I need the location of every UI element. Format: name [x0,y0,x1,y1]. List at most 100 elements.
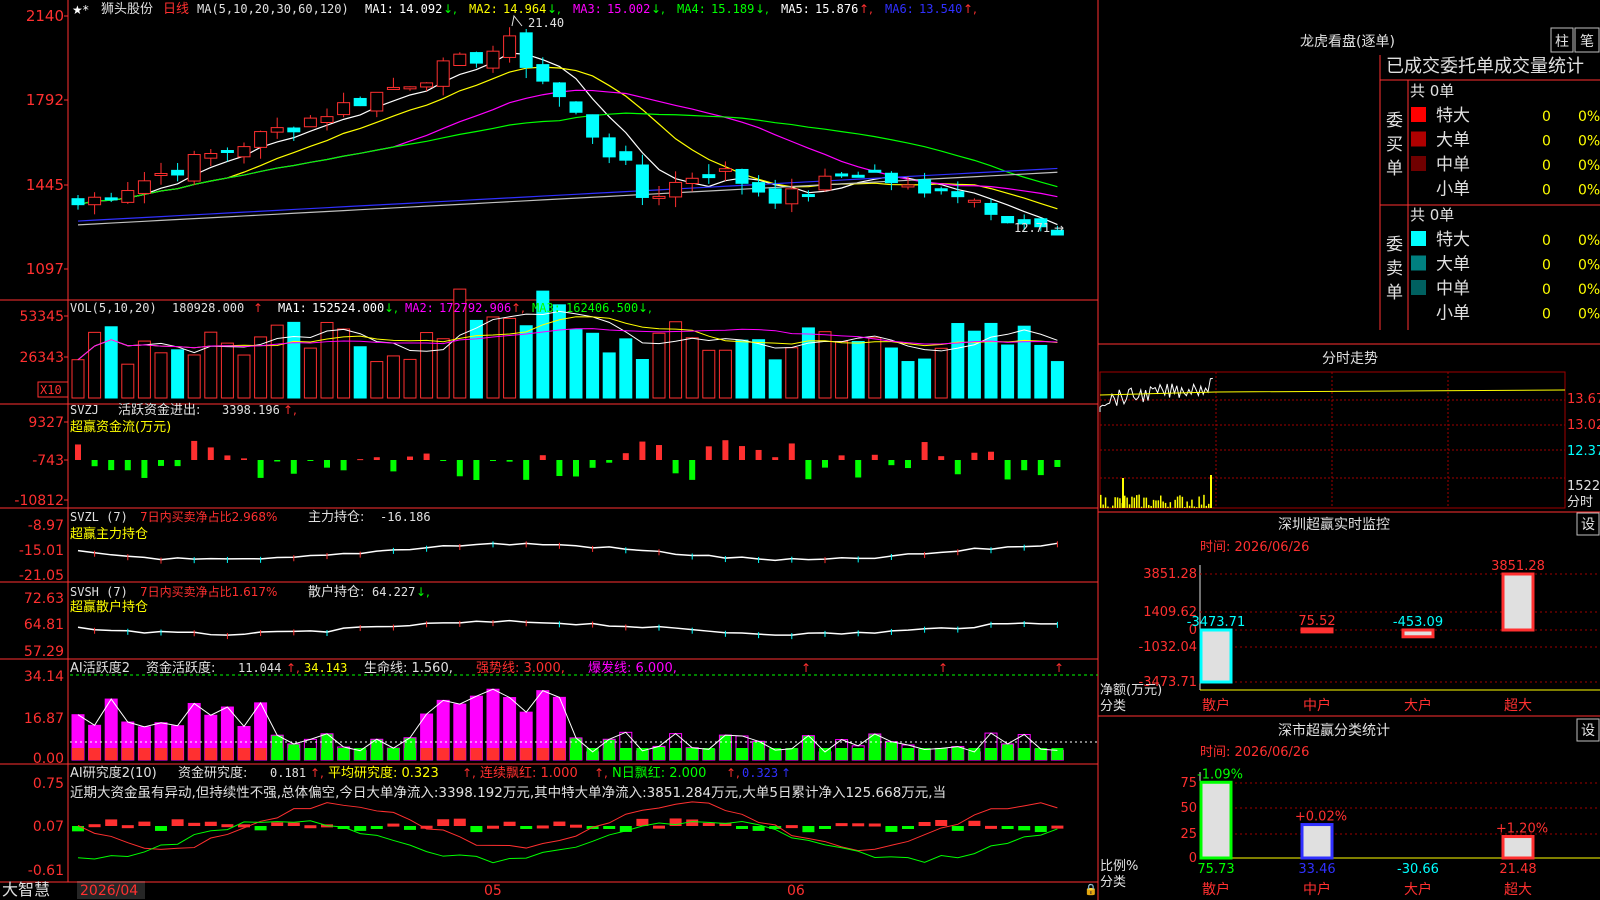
high-mark: 21.40 [528,16,564,30]
class-xlabel: 分类 [1100,875,1126,890]
activity-base [951,748,964,760]
candle [220,149,234,153]
activity-base [586,748,599,760]
candle [403,86,417,90]
ma-lines [77,52,1058,226]
svsh-label: 散户持仓: [308,584,364,600]
activity-base [171,748,184,760]
svzj-name: SVZJ [70,403,99,417]
flow-bar [290,460,297,474]
class-settings-label[interactable]: 设 [1581,723,1595,739]
intraday-unit: 分时 [1567,495,1593,510]
class-bar-pct: +0.02% [1295,810,1347,825]
signal-arrow-icon: ↑ [938,661,948,675]
ma-legend-value: 15.876 [815,2,858,16]
volume-bar [420,332,434,399]
volume-bar [984,322,998,399]
intraday-vol-bar [1100,494,1102,508]
monitor-bar [1401,628,1435,639]
svzl-name: SVZL (7) [70,510,128,524]
candle [320,116,334,124]
y-tick-label: -0.61 [28,863,64,879]
ai-activity-panel[interactable]: AI活跃度2 资金活跃度: 11.044 ↑, 34.143 生命线: 1.56… [24,660,1098,767]
volume-bar [287,321,301,399]
flow-bar [788,443,795,460]
intraday-vol-bar [1157,500,1160,508]
class-tick: 0 [1189,851,1197,866]
intraday-vol-bar [1155,500,1157,508]
intraday-vol-bar [1191,499,1193,508]
candle [569,101,583,113]
volume-bar [503,317,517,399]
volume-bar [486,316,500,399]
flow-bar [739,446,745,460]
research-bar [88,824,101,828]
period-label[interactable]: 日线 [163,2,189,17]
volume-bar [785,347,799,399]
candle [801,194,815,198]
flow-bar [340,460,347,471]
volume-bar [884,347,898,399]
bar-mode-label[interactable]: 柱 [1555,34,1569,50]
ai2-lian-trend: ↑, [594,766,608,780]
ai-research-panel[interactable]: AI研究度2(10) 资金研究度: 0.181 ↑, 平均研究度: 0.323 … [28,765,1064,879]
flow-bar [257,460,264,478]
intraday-chart[interactable]: 13.67 13.02 12.37 15228分时 [1099,371,1600,510]
class-bar-value: -30.66 [1397,862,1439,877]
research-bar [802,826,815,833]
legend-swatch [1411,255,1426,271]
stat-name: 小单 [1436,304,1470,324]
ai1-burst: 爆发线: 6.000, [588,660,677,676]
monitor-settings-label[interactable]: 设 [1581,517,1595,533]
stat-name: 特大 [1436,230,1470,250]
ai2-avg: 平均研究度: 0.323 [328,765,439,781]
research-bar [105,819,118,826]
volume-panel[interactable]: VOL(5,10,20) 180928.000 ↑ MA1: 152524.000… [19,288,1064,399]
flow-bar [805,460,812,480]
activity-base [719,748,732,760]
candles[interactable] [71,27,1064,236]
candle [602,137,616,158]
lock-icon[interactable]: 🔒 [1084,883,1098,896]
tick-mode-label[interactable]: 笔 [1580,34,1594,50]
stock-name[interactable]: 狮头股份 [101,2,153,17]
stat-pct: 0% [1578,134,1600,150]
research-bar [72,826,84,832]
stat-count: 0 [1542,109,1551,125]
monitor-bar-value: -3473.71 [1187,615,1245,630]
intraday-vol-bar [1138,494,1140,508]
intraday-vol-bar [1169,502,1172,508]
volume-bar [735,339,749,399]
candle [951,191,965,198]
ai2-lian: 连续飘红: 1.000 [480,765,578,781]
y-tick-label: 26343 [19,350,64,366]
star-icon[interactable]: ★* [72,3,89,17]
intraday-vol-bar [1174,499,1176,508]
activity-base [387,748,400,760]
intraday-title: 分时走势 [1322,351,1378,367]
ma-line [77,66,1058,210]
monitor-category: 中户 [1303,697,1331,714]
class-bar [1300,823,1334,860]
flow-bar [722,440,729,460]
intraday-vol-bar [1150,505,1152,508]
right-panel[interactable]: 龙虎看盘(逐单) 柱 笔 已成交委托单成交量统计 共 0单共 0单委买单委卖单特… [1099,27,1600,898]
y-tick-label: 0.00 [33,751,64,767]
kline-panel[interactable]: ★* 狮头股份 日线 MA(5,10,20,30,60,120) MA1: 14.… [26,2,1064,278]
svzj-bars [75,440,1061,480]
research-bar [603,826,616,829]
svsh-panel[interactable]: SVSH (7) 7日内买卖净占比1.617% 散户持仓: 64.227 ↓, … [24,584,1058,660]
y-tick-label: 64.81 [24,617,64,633]
intraday-price-line [1099,377,1213,412]
svzl-panel[interactable]: SVZL (7) 7日内买卖净占比2.968% 主力持仓: -16.186 超赢… [19,509,1058,584]
legend-swatch [1411,231,1426,246]
flow-bar [988,451,994,460]
activity-base [686,748,699,760]
research-bar [437,819,450,826]
activity-base [835,748,848,760]
svzj-panel[interactable]: SVZJ 活跃资金进出: 3398.196 ↑, 超赢资金流(万元) 9327 -… [14,402,1061,509]
flow-bar [373,457,380,460]
class-category: 大户 [1404,881,1432,898]
intraday-vol-bar [1205,505,1208,508]
class-category: 中户 [1303,881,1331,898]
